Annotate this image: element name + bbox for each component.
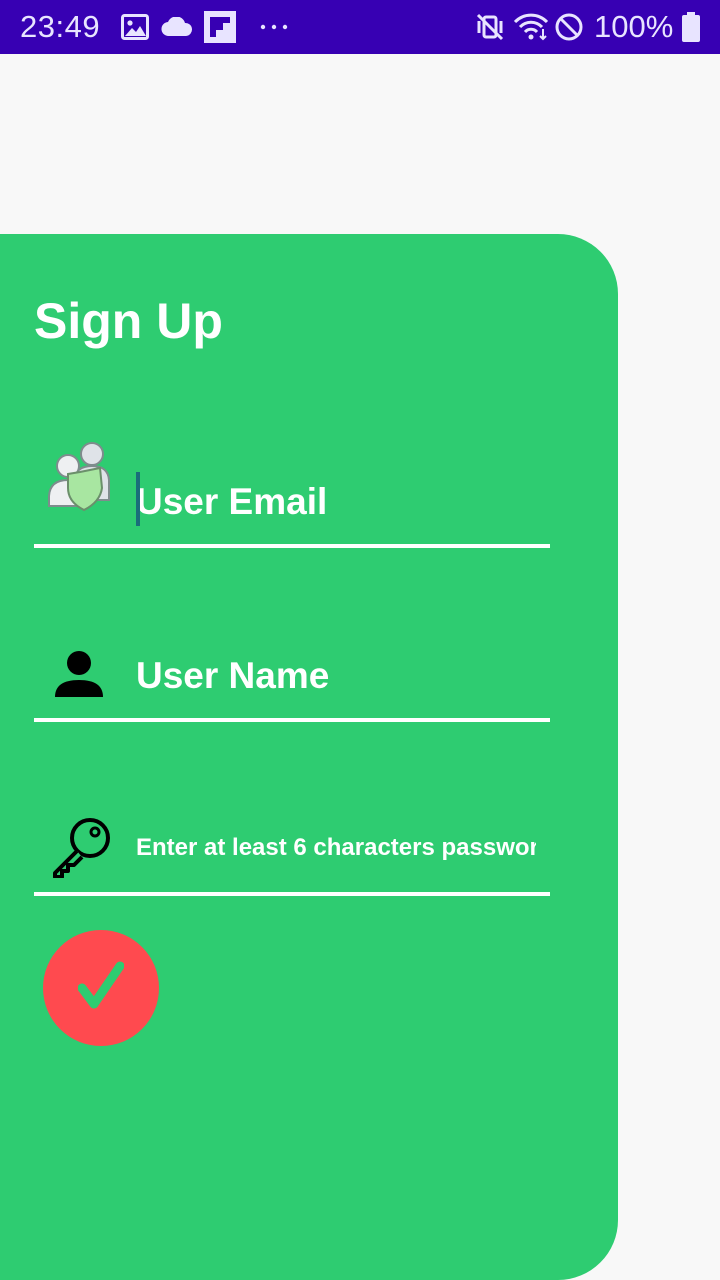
status-time: 23:49 xyxy=(20,9,101,44)
flipboard-icon xyxy=(204,0,236,54)
gallery-icon xyxy=(120,0,150,54)
checkmark-icon xyxy=(77,960,125,1017)
status-bar: 23:49 100% xyxy=(0,0,720,54)
text-cursor xyxy=(136,472,140,526)
name-field[interactable] xyxy=(136,650,536,702)
email-underline xyxy=(34,544,550,548)
signup-card xyxy=(0,234,618,1280)
battery-icon xyxy=(680,0,702,54)
page-title: Sign Up xyxy=(34,293,223,349)
cloud-icon xyxy=(160,0,194,54)
battery-percentage: 100% xyxy=(594,9,674,44)
key-icon xyxy=(50,816,112,883)
password-field[interactable] xyxy=(136,830,536,866)
mute-vibrate-icon xyxy=(474,0,506,54)
email-field[interactable] xyxy=(136,476,536,528)
name-underline xyxy=(34,718,550,722)
user-shield-icon xyxy=(46,440,112,517)
person-icon xyxy=(54,650,104,703)
wifi-icon xyxy=(512,0,550,54)
do-not-disturb-icon xyxy=(553,0,585,54)
submit-button[interactable] xyxy=(43,930,159,1046)
password-underline xyxy=(34,892,550,896)
more-dots-icon xyxy=(258,0,290,54)
